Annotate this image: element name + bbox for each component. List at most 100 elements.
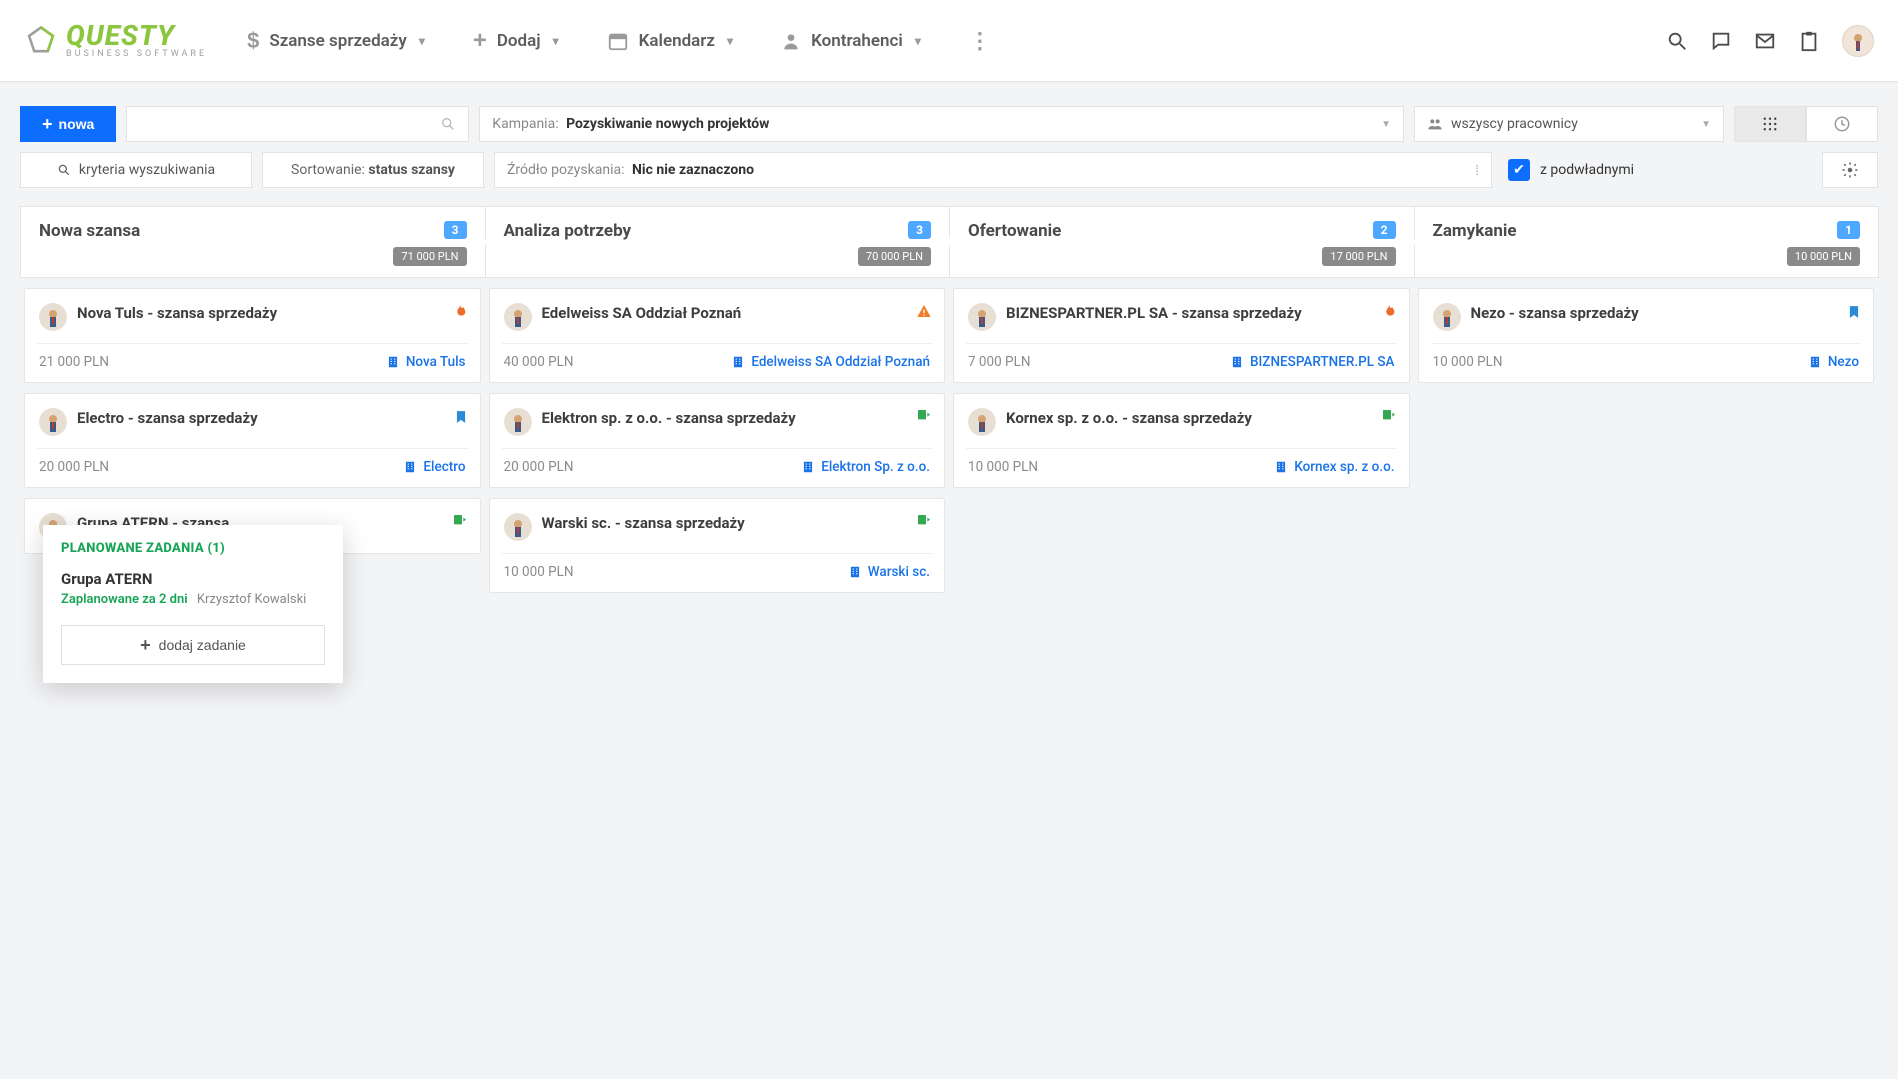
opportunity-card[interactable]: Grupa ATERN - szansa PLANOWANE ZADANIA (… xyxy=(24,498,481,554)
card-price: 10 000 PLN xyxy=(504,564,574,580)
chevron-down-icon: ▾ xyxy=(419,34,425,48)
opportunity-card[interactable]: Elektron sp. z o.o. - szansa sprzedaży 2… xyxy=(489,393,946,488)
timeline-view-button[interactable] xyxy=(1806,106,1878,142)
card-avatar xyxy=(968,303,996,331)
card-title: Kornex sp. z o.o. - szansa sprzedaży xyxy=(1006,408,1252,428)
sort-dropdown[interactable]: Sortowanie: status szansy xyxy=(262,152,484,188)
card-title: Electro - szansa sprzedaży xyxy=(77,408,258,428)
plus-icon: + xyxy=(42,114,53,135)
building-icon xyxy=(403,460,417,474)
card-company-link[interactable]: Nezo xyxy=(1808,354,1859,370)
card-company: Edelweiss SA Oddział Poznań xyxy=(751,354,930,370)
search-icon[interactable] xyxy=(1666,30,1688,52)
settings-button[interactable] xyxy=(1822,152,1878,188)
search-input[interactable] xyxy=(126,106,469,142)
kanban-view-button[interactable] xyxy=(1734,106,1806,142)
card-company: Electro xyxy=(423,459,465,475)
divider xyxy=(502,448,933,449)
card-company: Nezo xyxy=(1828,354,1859,370)
column-body: Nova Tuls - szansa sprzedaży 21 000 PLN … xyxy=(20,278,485,564)
criteria-button[interactable]: kryteria wyszukiwania xyxy=(20,152,252,188)
divider xyxy=(502,553,933,554)
source-value: Nic nie zaznaczono xyxy=(632,162,754,178)
opportunity-card[interactable]: Electro - szansa sprzedaży 20 000 PLN El… xyxy=(24,393,481,488)
nav-more[interactable]: ⋮ xyxy=(969,35,991,46)
opportunity-card[interactable]: Edelweiss SA Oddział Poznań 40 000 PLN E… xyxy=(489,288,946,383)
campaign-dropdown[interactable]: Kampania: Pozyskiwanie nowych projektów … xyxy=(479,106,1404,142)
card-title: BIZNESPARTNER.PL SA - szansa sprzedaży xyxy=(1006,303,1302,323)
card-company-link[interactable]: Elektron Sp. z o.o. xyxy=(801,459,930,475)
building-icon xyxy=(848,565,862,579)
employees-dropdown[interactable]: wszyscy pracownicy ▼ xyxy=(1414,106,1724,142)
logo-subtitle: BUSINESS SOFTWARE xyxy=(66,50,207,59)
with-sub-checkbox[interactable]: ✔ z podwładnymi xyxy=(1502,152,1812,188)
column-body: BIZNESPARTNER.PL SA - szansa sprzedaży 7… xyxy=(949,278,1414,498)
popover-assignee: Krzysztof Kowalski xyxy=(197,592,306,607)
main-nav: $ Szanse sprzedaży ▾ + Dodaj ▾ Kalendarz… xyxy=(247,27,991,55)
column-header[interactable]: Zamykanie 1 10 000 PLN xyxy=(1414,206,1880,278)
column-sum-badge: 70 000 PLN xyxy=(858,247,931,266)
add-task-label: dodaj zadanie xyxy=(159,637,246,653)
fire-icon xyxy=(452,303,468,319)
card-price: 10 000 PLN xyxy=(1433,354,1503,370)
add-task-button[interactable]: + dodaj zadanie xyxy=(61,625,325,665)
chat-icon[interactable] xyxy=(1710,30,1732,52)
nav-add[interactable]: + Dodaj ▾ xyxy=(473,27,559,55)
logo[interactable]: QUESTY BUSINESS SOFTWARE xyxy=(24,22,207,59)
card-company: Warski sc. xyxy=(868,564,930,580)
card-avatar xyxy=(39,408,67,436)
building-icon xyxy=(1808,355,1822,369)
column-header[interactable]: Analiza potrzeby 3 70 000 PLN xyxy=(485,206,951,278)
card-company: Kornex sp. z o.o. xyxy=(1294,459,1394,475)
opportunity-card[interactable]: Warski sc. - szansa sprzedaży 10 000 PLN… xyxy=(489,498,946,593)
user-avatar[interactable] xyxy=(1842,25,1874,57)
card-price: 10 000 PLN xyxy=(968,459,1038,475)
opportunity-card[interactable]: Nezo - szansa sprzedaży 10 000 PLN Nezo xyxy=(1418,288,1875,383)
card-company-link[interactable]: Nova Tuls xyxy=(386,354,466,370)
caret-down-icon: ▼ xyxy=(1381,119,1391,130)
kanban-column: Analiza potrzeby 3 70 000 PLN Edelweiss … xyxy=(485,206,950,603)
new-button[interactable]: + nowa xyxy=(20,106,116,142)
nav-contractors[interactable]: Kontrahenci ▾ xyxy=(781,31,921,51)
column-count-badge: 3 xyxy=(908,221,931,239)
column-count-badge: 1 xyxy=(1837,221,1860,239)
popover-task-name[interactable]: Grupa ATERN xyxy=(61,570,325,588)
card-price: 7 000 PLN xyxy=(968,354,1030,370)
column-sum-badge: 17 000 PLN xyxy=(1322,247,1395,266)
new-button-label: nowa xyxy=(59,116,95,132)
sort-value: status szansy xyxy=(368,162,455,178)
kanban-column: Nowa szansa 3 71 000 PLN Nova Tuls - sza… xyxy=(20,206,485,603)
card-company-link[interactable]: Edelweiss SA Oddział Poznań xyxy=(731,354,930,370)
book-icon xyxy=(454,408,468,426)
column-header[interactable]: Nowa szansa 3 71 000 PLN xyxy=(20,206,486,278)
building-icon xyxy=(801,460,815,474)
card-price: 20 000 PLN xyxy=(504,459,574,475)
employees-value: wszyscy pracownicy xyxy=(1451,116,1578,132)
opportunity-card[interactable]: Nova Tuls - szansa sprzedaży 21 000 PLN … xyxy=(24,288,481,383)
card-company: BIZNESPARTNER.PL SA xyxy=(1250,354,1395,370)
card-avatar xyxy=(968,408,996,436)
card-company-link[interactable]: Electro xyxy=(403,459,465,475)
opportunity-card[interactable]: Kornex sp. z o.o. - szansa sprzedaży 10 … xyxy=(953,393,1410,488)
chevron-down-icon: ▾ xyxy=(553,34,559,48)
mail-icon[interactable] xyxy=(1754,30,1776,52)
kanban-board: Nowa szansa 3 71 000 PLN Nova Tuls - sza… xyxy=(0,198,1898,643)
source-dropdown[interactable]: Źródło pozyskania: Nic nie zaznaczono ⁞ xyxy=(494,152,1492,188)
divider xyxy=(1431,343,1862,344)
opportunity-card[interactable]: BIZNESPARTNER.PL SA - szansa sprzedaży 7… xyxy=(953,288,1410,383)
card-avatar xyxy=(1433,303,1461,331)
person-icon xyxy=(781,31,801,51)
card-company-link[interactable]: Warski sc. xyxy=(848,564,930,580)
clipboard-icon[interactable] xyxy=(1798,30,1820,52)
campaign-value: Pozyskiwanie nowych projektów xyxy=(566,116,769,132)
divider xyxy=(966,343,1397,344)
card-title: Edelweiss SA Oddział Poznań xyxy=(542,303,742,323)
fire-icon xyxy=(1381,303,1397,319)
nav-calendar[interactable]: Kalendarz ▾ xyxy=(607,30,733,52)
column-header[interactable]: Ofertowanie 2 17 000 PLN xyxy=(949,206,1415,278)
card-avatar xyxy=(39,303,67,331)
card-company-link[interactable]: BIZNESPARTNER.PL SA xyxy=(1230,354,1395,370)
nav-sales[interactable]: $ Szanse sprzedaży ▾ xyxy=(247,28,425,54)
building-icon xyxy=(1230,355,1244,369)
card-company-link[interactable]: Kornex sp. z o.o. xyxy=(1274,459,1394,475)
